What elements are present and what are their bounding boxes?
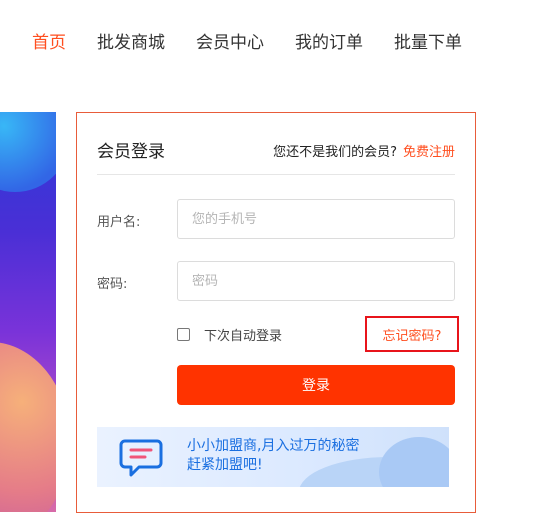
- login-header: 会员登录 您还不是我们的会员? 免费注册: [97, 133, 455, 175]
- banner-shape-bottom: [0, 342, 56, 512]
- register-link[interactable]: 免费注册: [403, 145, 455, 160]
- promo-banner-image: [0, 112, 56, 512]
- forgot-password-link[interactable]: 忘记密码?: [365, 316, 459, 352]
- remember-me[interactable]: 下次自动登录: [177, 325, 282, 344]
- franchise-promo-banner[interactable]: 小小加盟商,月入过万的秘密 赶紧加盟吧!: [97, 427, 449, 487]
- promo-wave-shape-2: [379, 437, 449, 487]
- remember-label: 下次自动登录: [204, 329, 283, 344]
- nav-item-home[interactable]: 首页: [32, 30, 66, 56]
- chat-icon: [119, 439, 163, 477]
- login-title: 会员登录: [97, 142, 165, 162]
- not-member-text: 您还不是我们的会员?: [273, 145, 397, 160]
- register-prompt: 您还不是我们的会员? 免费注册: [273, 141, 455, 160]
- nav-item-my-orders[interactable]: 我的订单: [295, 30, 363, 56]
- nav-item-wholesale-mall[interactable]: 批发商城: [97, 30, 165, 56]
- promo-text: 小小加盟商,月入过万的秘密 赶紧加盟吧!: [187, 437, 359, 475]
- top-nav: 首页 批发商城 会员中心 我的订单 批量下单: [32, 30, 493, 56]
- username-input[interactable]: [177, 199, 455, 239]
- promo-line-1: 小小加盟商,月入过万的秘密: [187, 438, 360, 454]
- banner-shape-top: [0, 112, 56, 192]
- remember-checkbox[interactable]: [177, 328, 190, 341]
- password-label: 密码:: [97, 277, 128, 292]
- nav-item-member-center[interactable]: 会员中心: [196, 30, 264, 56]
- promo-line-2: 赶紧加盟吧!: [187, 457, 263, 473]
- nav-item-bulk-order[interactable]: 批量下单: [394, 30, 462, 56]
- password-input[interactable]: [177, 261, 455, 301]
- login-panel: 会员登录 您还不是我们的会员? 免费注册 用户名: 密码: 下次自动登录 忘记密码…: [76, 112, 476, 513]
- username-label: 用户名:: [97, 215, 141, 230]
- login-button[interactable]: 登录: [177, 365, 455, 405]
